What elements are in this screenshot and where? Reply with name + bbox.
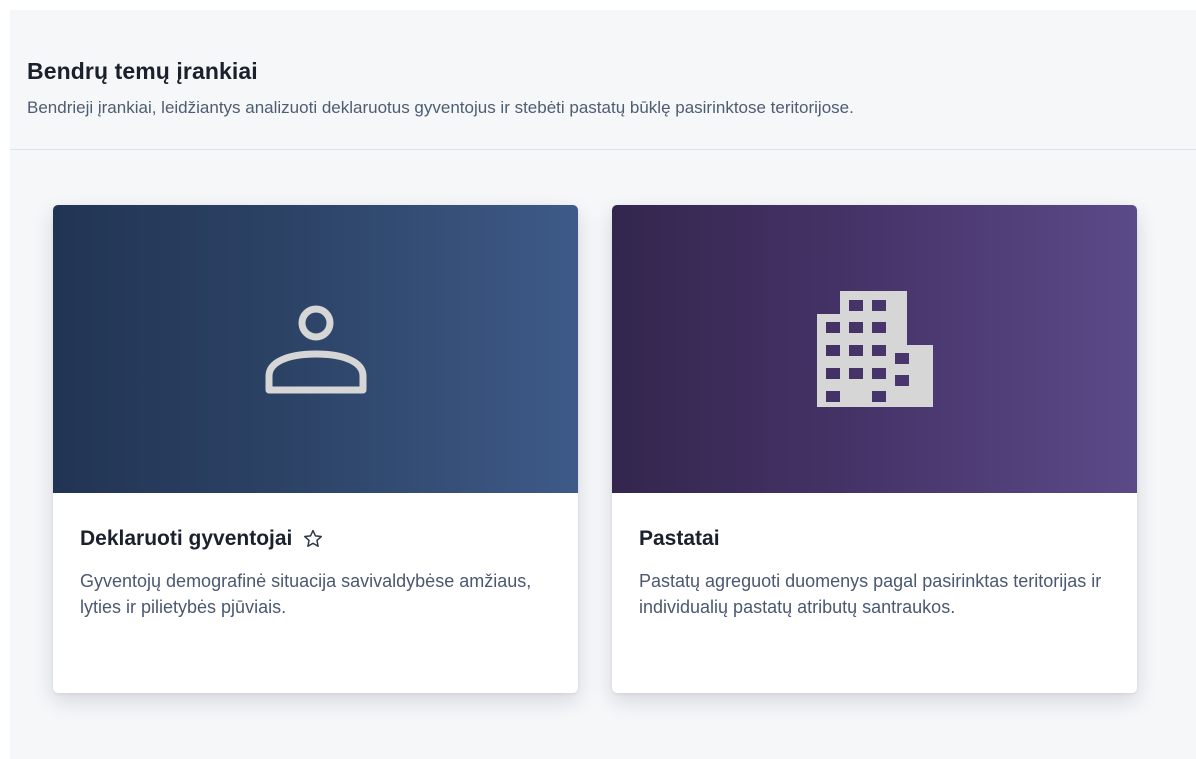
- star-outline-icon[interactable]: [302, 528, 324, 550]
- card-description: Gyventojų demografinė situacija savivald…: [80, 571, 532, 617]
- tool-card-buildings[interactable]: Pastatai Pastatų agreguoti duomenys paga…: [612, 205, 1137, 693]
- card-body: Deklaruoti gyventojai Gyventojų demograf…: [53, 493, 578, 620]
- building-icon: [816, 291, 933, 407]
- card-body: Pastatai Pastatų agreguoti duomenys paga…: [612, 493, 1137, 620]
- card-banner: [53, 205, 578, 493]
- person-icon: [264, 304, 368, 394]
- section-description: Bendrieji įrankiai, leidžiantys analizuo…: [27, 98, 854, 117]
- section-divider: [10, 149, 1196, 150]
- card-title: Pastatai: [639, 527, 1110, 551]
- card-title-text: Deklaruoti gyventojai: [80, 527, 293, 550]
- tools-page: Bendrų temų įrankiai Bendrieji įrankiai,…: [10, 10, 1196, 759]
- section-header: Bendrų temų įrankiai Bendrieji įrankiai,…: [27, 58, 1196, 118]
- card-banner: [612, 205, 1137, 493]
- card-title-text: Pastatai: [639, 527, 720, 550]
- section-title: Bendrų temų įrankiai: [27, 58, 258, 84]
- tool-card-declared-residents[interactable]: Deklaruoti gyventojai Gyventojų demograf…: [53, 205, 578, 693]
- card-description: Pastatų agreguoti duomenys pagal pasirin…: [639, 571, 1102, 617]
- card-title: Deklaruoti gyventojai: [80, 527, 551, 551]
